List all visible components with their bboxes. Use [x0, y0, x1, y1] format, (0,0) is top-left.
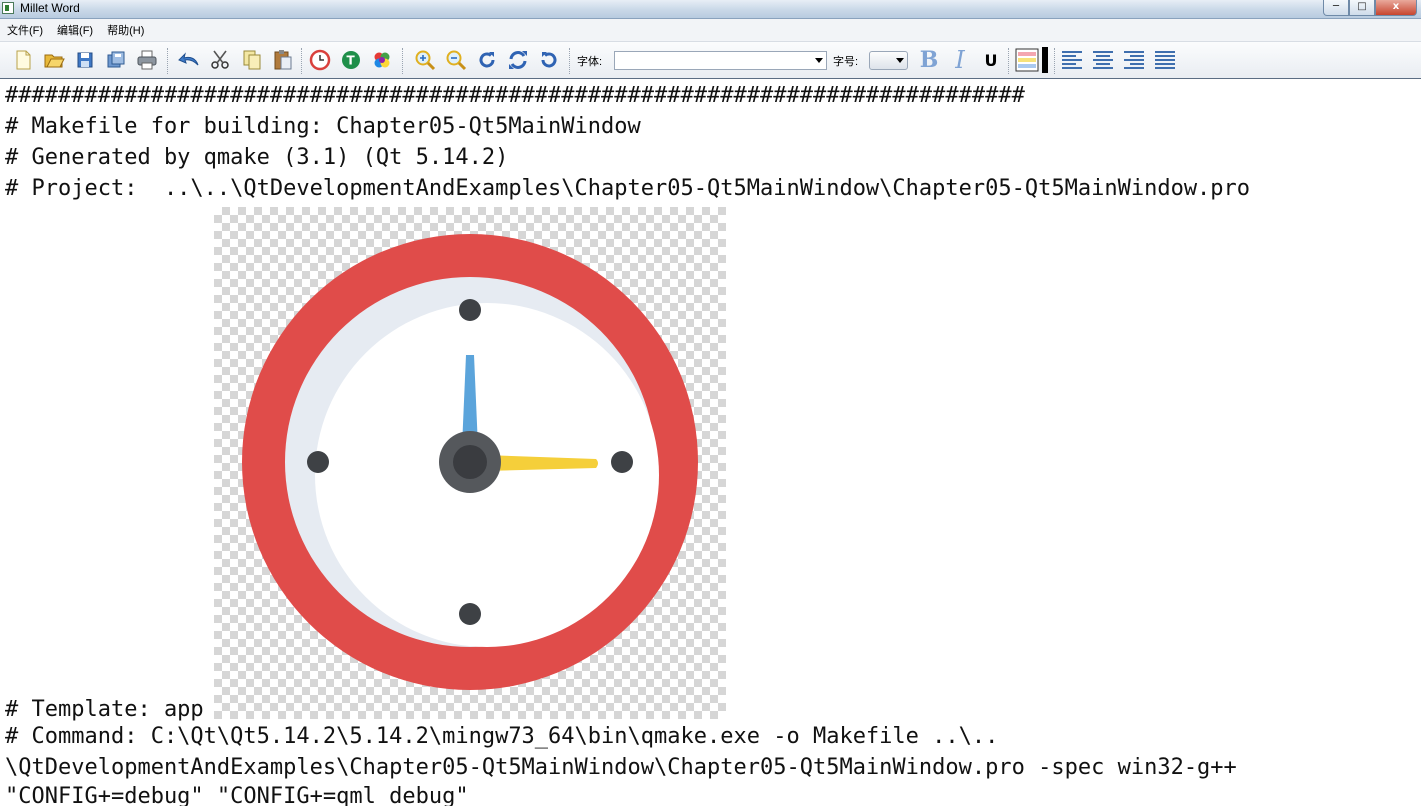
- menu-edit[interactable]: 编辑(F): [50, 22, 100, 38]
- size-combobox[interactable]: [869, 51, 908, 70]
- document-editor[interactable]: ########################################…: [0, 78, 1421, 806]
- underline-icon: U: [984, 50, 998, 70]
- menu-help[interactable]: 帮助(H): [100, 22, 151, 38]
- clock-icon: [242, 234, 698, 690]
- text-line: # Command: C:\Qt\Qt5.14.2\5.14.2\mingw73…: [5, 724, 999, 749]
- chevron-down-icon: [896, 58, 904, 63]
- toolbar-separator: [1054, 48, 1057, 74]
- bold-button[interactable]: B: [917, 47, 941, 73]
- chevron-down-icon: [815, 58, 823, 63]
- toolbar-separator: [167, 48, 170, 74]
- maximize-button[interactable]: □: [1349, 0, 1375, 16]
- justify-icon[interactable]: [1153, 49, 1177, 71]
- toolbar-separator: [402, 48, 405, 74]
- app-icon: [2, 2, 14, 14]
- embedded-image[interactable]: [214, 207, 726, 719]
- svg-text:T: T: [347, 54, 356, 68]
- open-folder-icon[interactable]: [42, 49, 66, 71]
- new-file-icon[interactable]: [11, 49, 35, 71]
- toolbar-separator: [569, 48, 572, 74]
- text-line: # Makefile for building: Chapter05-Qt5Ma…: [5, 114, 641, 139]
- align-center-icon[interactable]: [1091, 49, 1115, 71]
- cut-icon[interactable]: [209, 49, 233, 71]
- bold-icon: B: [919, 47, 939, 73]
- underline-button[interactable]: U: [979, 49, 1003, 71]
- italic-icon: I: [955, 46, 965, 74]
- menu-file[interactable]: 文件(F): [0, 22, 50, 38]
- size-label: 字号:: [833, 56, 859, 68]
- undo-icon[interactable]: [178, 49, 202, 71]
- paste-icon[interactable]: [271, 49, 295, 71]
- align-left-icon[interactable]: [1060, 49, 1084, 71]
- highlight-color-icon[interactable]: [1015, 48, 1039, 72]
- font-color-swatch[interactable]: [1040, 47, 1050, 73]
- text-line: \QtDevelopmentAndExamples\Chapter05-Qt5M…: [5, 755, 1237, 780]
- text-line: # Generated by qmake (3.1) (Qt 5.14.2): [5, 145, 509, 170]
- text-line: # Project: ..\..\QtDevelopmentAndExample…: [5, 176, 1251, 201]
- text-line: "CONFIG+=debug" "CONFIG+=qml_debug": [5, 784, 469, 806]
- color-palette-icon[interactable]: [370, 49, 394, 71]
- align-right-icon[interactable]: [1122, 49, 1146, 71]
- zoom-in-icon[interactable]: [413, 49, 437, 71]
- save-as-icon[interactable]: [104, 49, 128, 71]
- copy-icon[interactable]: [240, 49, 264, 71]
- window-title: Millet Word: [20, 1, 80, 15]
- rotate-180-icon[interactable]: [506, 49, 530, 71]
- rotate-90-icon[interactable]: [475, 49, 499, 71]
- font-label: 字体:: [577, 56, 603, 68]
- zoom-out-icon[interactable]: [444, 49, 468, 71]
- window-controls: ─ □ x: [1323, 0, 1417, 16]
- menu-bar: 文件(F) 编辑(F) 帮助(H): [0, 19, 1421, 41]
- clock-icon[interactable]: [308, 49, 332, 71]
- text-color-icon[interactable]: T: [339, 49, 363, 71]
- title-bar: Millet Word ─ □ x: [0, 0, 1421, 19]
- text-line: ########################################…: [5, 83, 1025, 108]
- minimize-button[interactable]: ─: [1323, 0, 1349, 16]
- rotate-270-icon[interactable]: [537, 49, 561, 71]
- font-combobox[interactable]: [614, 51, 827, 70]
- close-button[interactable]: x: [1375, 0, 1417, 16]
- toolbar: T 字体: 字号: B I U: [0, 41, 1421, 79]
- toolbar-separator: [1008, 48, 1011, 74]
- italic-button[interactable]: I: [948, 46, 972, 74]
- toolbar-separator: [301, 48, 304, 74]
- print-icon[interactable]: [135, 49, 159, 71]
- save-icon[interactable]: [73, 49, 97, 71]
- text-line: # Template: app: [5, 697, 204, 722]
